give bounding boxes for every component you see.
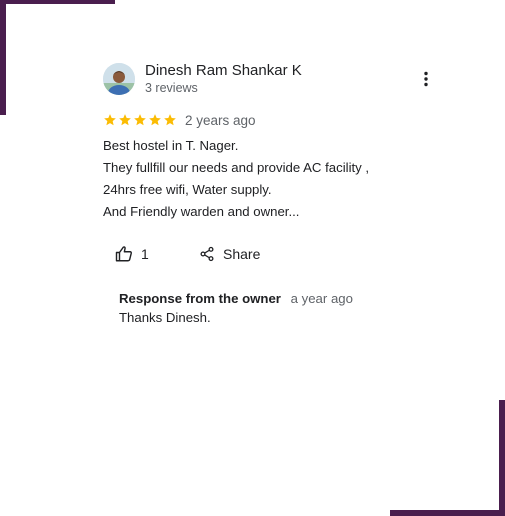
frame-corner-top-left-horizontal	[0, 0, 115, 4]
review-date: 2 years ago	[185, 112, 256, 128]
review-card: Dinesh Ram Shankar K 3 reviews 2 years a…	[103, 60, 443, 325]
star-icon	[104, 114, 116, 126]
share-button[interactable]: Share	[199, 245, 260, 263]
review-header: Dinesh Ram Shankar K 3 reviews	[103, 60, 443, 100]
review-actions: 1 Share	[103, 245, 443, 269]
more-vert-icon	[424, 71, 428, 87]
rating-row: 2 years ago	[103, 110, 443, 130]
owner-response-text: Thanks Dinesh.	[119, 310, 211, 325]
frame-corner-bottom-right-vertical	[499, 400, 505, 516]
star-icon	[134, 114, 146, 126]
review-text-line: Best hostel in T. Nager.	[103, 138, 239, 153]
review-text-line: They fullfill our needs and provide AC f…	[103, 160, 370, 175]
star-icon	[164, 114, 176, 126]
reviewer-review-count: 3 reviews	[145, 81, 198, 95]
reviewer-name[interactable]: Dinesh Ram Shankar K	[145, 62, 302, 79]
frame-corner-top-left-vertical	[0, 0, 6, 115]
review-text-line: And Friendly warden and owner...	[103, 204, 300, 219]
thumb-up-icon	[115, 246, 132, 262]
frame-corner-bottom-right-horizontal	[390, 510, 505, 516]
owner-response: Response from the owner a year ago Thank…	[119, 291, 443, 325]
review-text: Best hostel in T. Nager. They fullfill ou…	[103, 135, 443, 223]
review-text-line: 24hrs free wifi, Water supply.	[103, 182, 272, 197]
star-icon	[149, 114, 161, 126]
like-button[interactable]: 1	[115, 245, 149, 263]
like-count: 1	[141, 246, 149, 262]
share-icon	[200, 246, 214, 262]
star-icon	[119, 114, 131, 126]
avatar-image	[103, 63, 135, 95]
owner-response-header: Response from the owner a year ago	[119, 291, 443, 306]
owner-response-title: Response from the owner	[119, 291, 281, 306]
owner-response-date: a year ago	[290, 291, 353, 306]
avatar[interactable]	[103, 63, 135, 95]
share-label: Share	[223, 246, 261, 262]
star-rating	[103, 113, 177, 127]
more-options-button[interactable]	[419, 70, 433, 88]
